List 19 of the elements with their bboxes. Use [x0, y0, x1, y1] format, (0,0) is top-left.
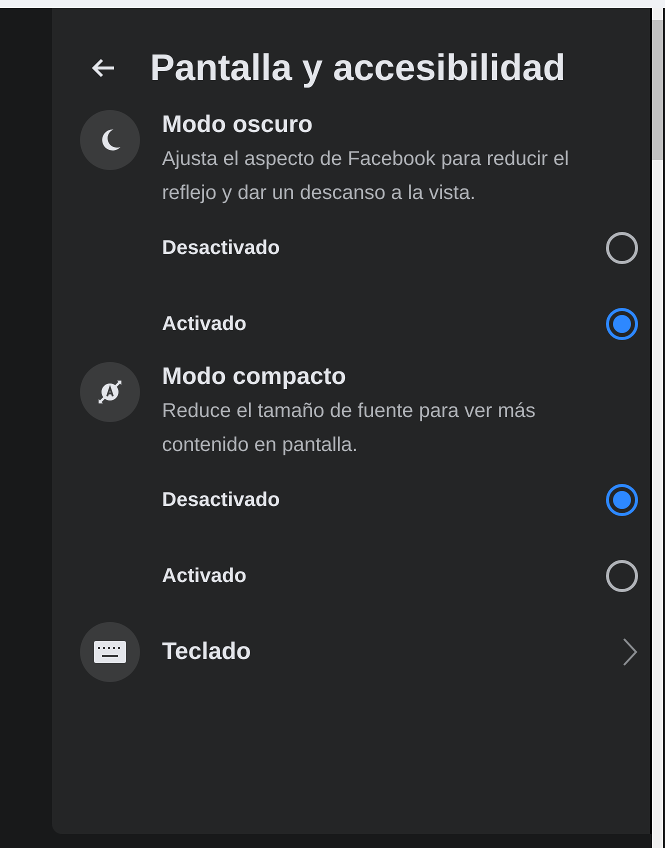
option-label: Desactivado: [162, 488, 280, 512]
option-label: Activado: [162, 564, 246, 588]
scrollbar[interactable]: [652, 8, 663, 848]
panel-title: Pantalla y accesibilidad: [150, 47, 566, 89]
section-title: Modo compacto: [162, 362, 347, 392]
radio-button[interactable]: [606, 560, 638, 592]
radio-button[interactable]: [606, 232, 638, 264]
radio-button[interactable]: [606, 484, 638, 516]
option-label: Activado: [162, 312, 246, 336]
section-description: Ajusta el aspecto de Facebook para reducir el reflejo y dar un descanso a la vista.: [162, 147, 570, 206]
back-arrow-icon: [90, 57, 116, 79]
radio-button[interactable]: [606, 308, 638, 340]
menu-item-label: Teclado: [162, 637, 252, 667]
option-label: Desactivado: [162, 236, 280, 260]
keyboard-menu-item[interactable]: Teclado: [80, 614, 638, 690]
section-title: Modo oscuro: [162, 110, 314, 140]
keyboard-icon: [94, 641, 126, 663]
section-description: Reduce el tamaño de fuente para ver más contenido en pantalla.: [162, 399, 537, 458]
chevron-right-icon: [622, 637, 638, 667]
